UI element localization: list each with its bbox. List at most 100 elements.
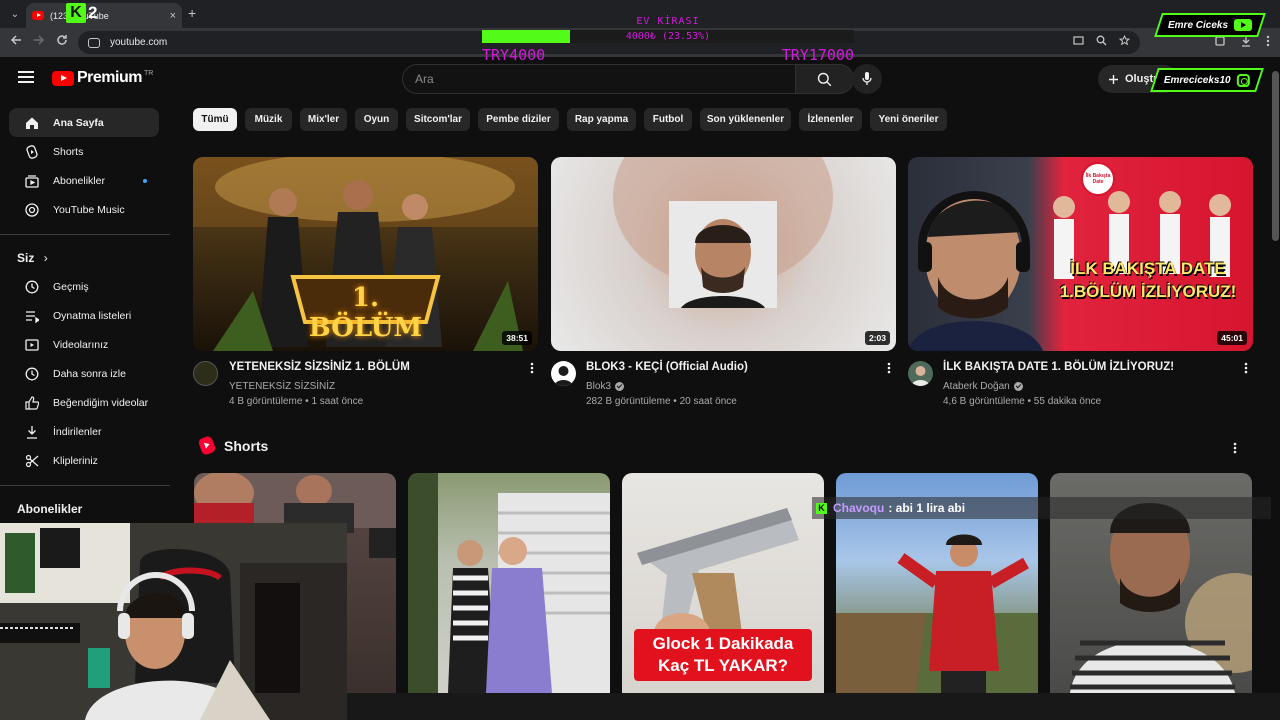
channel-name-text: Blok3 <box>586 381 612 392</box>
chip-football[interactable]: Futbol <box>644 108 692 131</box>
video-age: 1 saat önce <box>311 396 364 407</box>
short-thumbnail[interactable] <box>408 473 610 693</box>
sidebar-item-playlists[interactable]: Oynatma listeleri <box>9 301 159 330</box>
sidebar-item-label: Klipleriniz <box>53 454 98 467</box>
sidebar-item-label: Daha sonra izle <box>53 367 126 380</box>
short-thumbnail[interactable]: Glock 1 Dakikada Kaç TL YAKAR? <box>622 473 824 693</box>
video-title[interactable]: YETENEKSİZ SİZSİNİZ 1. BÖLÜM <box>229 361 410 373</box>
short-art <box>408 473 610 693</box>
meta-separator: • <box>305 396 309 407</box>
channel-name[interactable]: Blok3 <box>586 381 625 392</box>
tab-list-button[interactable]: ⌄ <box>6 5 24 23</box>
instagram-handle-badge: Emreciceks10 <box>1150 68 1264 92</box>
video-views: 4,6 B görüntüleme <box>943 396 1025 407</box>
shorts-more-icon[interactable] <box>1233 441 1237 459</box>
you-section-heading[interactable]: Siz › <box>17 251 48 265</box>
thumbnail-text: İLK BAKIŞTA DATE 1.BÖLÜM İZLİYORUZ! <box>1059 259 1237 301</box>
bottom-edge <box>347 693 1280 720</box>
video-meta: 282 B görüntüleme • 20 saat önce <box>586 396 737 407</box>
chip-gaming[interactable]: Oyun <box>355 108 398 131</box>
sidebar-item-label: İndirilenler <box>53 425 102 438</box>
browser-tab-youtube[interactable]: (123) YouTube × <box>26 3 182 28</box>
stream-chat-message: K Chavoqu : abi 1 lira abi <box>812 497 1280 519</box>
screen: ⌄ (123) YouTube × + K 2 youtube.com Prem… <box>0 0 1280 720</box>
bookmark-star-icon[interactable] <box>1118 34 1131 49</box>
rent-goal-amount: 4000₺ (23.53%) <box>625 31 711 42</box>
back-arrow-icon[interactable] <box>10 34 22 49</box>
chip-music[interactable]: Müzik <box>245 108 292 131</box>
sidebar-item-label: YouTube Music <box>53 203 125 216</box>
video-thumbnail[interactable]: 2:03 <box>551 157 896 351</box>
chat-message-text: : abi 1 lira abi <box>888 501 966 515</box>
sidebar-item-downloads[interactable]: İndirilenler <box>9 417 159 446</box>
cast-icon[interactable] <box>1073 35 1084 49</box>
youtube-premium-logo[interactable]: Premium TR <box>52 69 153 87</box>
chip-all[interactable]: Tümü <box>193 108 237 131</box>
page-scrollbar[interactable] <box>1271 57 1280 693</box>
forward-arrow-icon[interactable] <box>33 34 45 49</box>
browser-menu-icon[interactable] <box>1266 35 1270 50</box>
url-text: youtube.com <box>110 37 168 48</box>
chip-watched[interactable]: İzlenenler <box>799 108 862 131</box>
rent-goal-min: TRY4000 <box>482 46 546 64</box>
menu-icon[interactable] <box>18 71 34 83</box>
video-meta: 4,6 B görüntüleme • 55 dakika önce <box>943 396 1101 407</box>
channel-avatar[interactable] <box>908 361 933 386</box>
sidebar-item-your-videos[interactable]: Videolarınız <box>9 330 159 359</box>
video-thumbnail[interactable]: İlk Bakışta Date İLK BAKIŞTA DATE 1.BÖLÜ… <box>908 157 1253 351</box>
site-info-icon[interactable] <box>88 37 100 48</box>
video-views: 282 B görüntüleme <box>586 396 671 407</box>
chevron-down-icon: ⌄ <box>10 8 20 20</box>
channel-name-text: Ataberk Doğan <box>943 381 1010 392</box>
chip-new-to-you[interactable]: Yeni öneriler <box>870 108 947 131</box>
thumbnail-art <box>908 162 1231 351</box>
sidebar-item-subscriptions[interactable]: Abonelikler <box>9 166 159 195</box>
chip-mixes[interactable]: Mix'ler <box>300 108 347 131</box>
channel-name[interactable]: Ataberk Doğan <box>943 381 1023 392</box>
video-duration: 38:51 <box>502 331 532 345</box>
search-input[interactable]: Ara <box>402 64 796 94</box>
sidebar-item-label: Geçmiş <box>53 280 89 293</box>
youtube-logo-icon <box>52 70 74 86</box>
chip-sitcoms[interactable]: Sitcom'lar <box>406 108 470 131</box>
zoom-icon[interactable] <box>1096 35 1107 49</box>
video-title[interactable]: BLOK3 - KEÇİ (Official Audio) <box>586 361 748 373</box>
sidebar-item-liked-videos[interactable]: Beğendiğim videolar <box>9 388 159 417</box>
video-thumbnail[interactable]: 1. BÖLÜM 38:51 <box>193 157 538 351</box>
microphone-icon <box>862 72 872 85</box>
close-tab-icon[interactable]: × <box>170 10 176 22</box>
sidebar-item-watch-later[interactable]: Daha sonra izle <box>9 359 159 388</box>
chip-rap[interactable]: Rap yapma <box>567 108 636 131</box>
new-tab-button[interactable]: + <box>188 5 196 21</box>
search-button[interactable] <box>796 64 854 94</box>
thumbnail-text: 1. BÖLÜM <box>308 283 423 343</box>
video-more-icon[interactable] <box>884 362 894 374</box>
search-icon <box>817 72 832 86</box>
downloads-toolbar-icon[interactable] <box>1240 35 1252 50</box>
chip-recently-uploaded[interactable]: Son yüklenenler <box>700 108 791 131</box>
video-age: 55 dakika önce <box>1033 396 1102 407</box>
sidebar-item-history[interactable]: Geçmiş <box>9 272 159 301</box>
reload-icon[interactable] <box>56 34 68 49</box>
channel-avatar[interactable] <box>551 361 576 386</box>
channel-avatar[interactable] <box>193 361 218 386</box>
sidebar: Ana Sayfa Shorts Abonelikler YouTube Mus… <box>0 101 170 521</box>
sidebar-item-shorts[interactable]: Shorts <box>9 137 159 166</box>
sidebar-item-clips[interactable]: Klipleriniz <box>9 446 159 475</box>
extensions-icon[interactable] <box>1214 35 1226 50</box>
video-title[interactable]: İLK BAKIŞTA DATE 1. BÖLÜM İZLİYORUZ! <box>943 361 1174 373</box>
chip-soap-operas[interactable]: Pembe diziler <box>478 108 559 131</box>
voice-search-button[interactable] <box>852 64 882 94</box>
sidebar-item-home[interactable]: Ana Sayfa <box>9 108 159 137</box>
sidebar-item-youtube-music[interactable]: YouTube Music <box>9 195 159 224</box>
channel-name[interactable]: YETENEKSİZ SİZSİNİZ <box>229 381 335 392</box>
video-more-icon[interactable] <box>1241 362 1251 374</box>
shorts-section-header: Shorts <box>197 435 269 456</box>
search-bar: Ara <box>402 64 854 94</box>
shorts-section-title: Shorts <box>224 437 269 454</box>
meta-separator: • <box>1027 396 1032 407</box>
scrollbar-thumb[interactable] <box>1272 71 1279 241</box>
kick-logo-icon: K <box>66 3 86 23</box>
sidebar-item-label: Beğendiğim videolar <box>53 396 149 409</box>
video-more-icon[interactable] <box>527 362 537 374</box>
